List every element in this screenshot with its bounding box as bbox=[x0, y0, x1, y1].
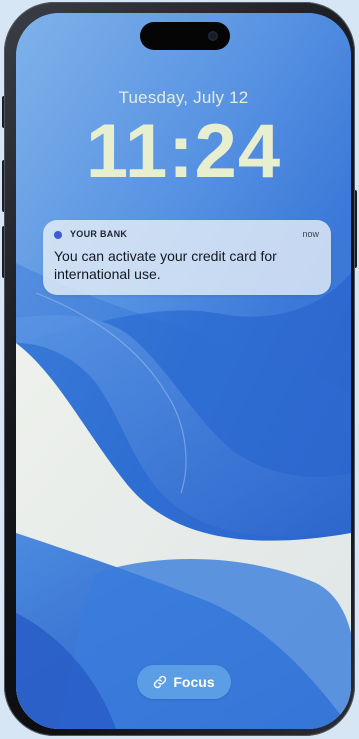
notification-timestamp: now bbox=[302, 229, 319, 239]
focus-button[interactable]: Focus bbox=[137, 665, 231, 699]
notification-app-name: YOUR BANK bbox=[70, 229, 128, 239]
app-icon bbox=[54, 231, 62, 239]
bank-notification[interactable]: YOUR BANK now You can activate your cred… bbox=[43, 220, 331, 295]
lock-screen-clock: 11:24 bbox=[85, 109, 282, 194]
device-scene: Tuesday, July 12 11:24 YOUR BANK now You… bbox=[0, 0, 359, 739]
front-camera bbox=[208, 31, 218, 41]
link-icon bbox=[153, 675, 167, 689]
lock-screen-date: Tuesday, July 12 bbox=[118, 88, 249, 107]
lock-screen: Tuesday, July 12 11:24 YOUR BANK now You… bbox=[16, 13, 351, 729]
notification-message: You can activate your credit card for in… bbox=[54, 248, 277, 282]
dynamic-island bbox=[140, 22, 230, 50]
phone-frame: Tuesday, July 12 11:24 YOUR BANK now You… bbox=[4, 2, 355, 736]
focus-label: Focus bbox=[173, 674, 215, 690]
